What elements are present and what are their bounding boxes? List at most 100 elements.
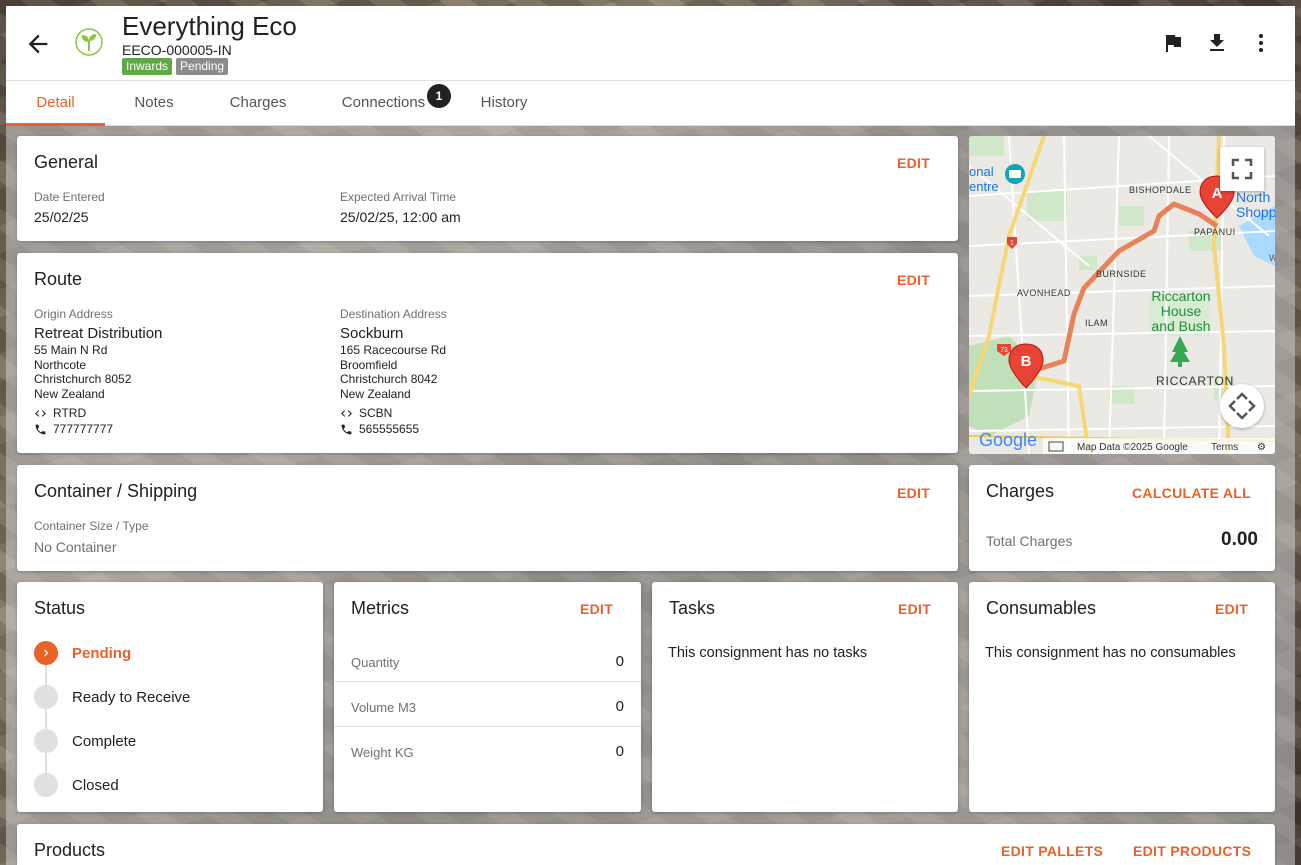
destination-address-label: Destination Address	[340, 307, 447, 321]
origin-phone: 777777777	[34, 422, 113, 436]
destination-address-lines: 165 Racecourse Rd Broomfield Christchurc…	[340, 343, 446, 401]
calculate-all-button[interactable]: CALCULATE ALL	[1132, 485, 1251, 501]
fullscreen-button[interactable]	[1220, 147, 1264, 191]
metrics-edit-button[interactable]: EDIT	[580, 601, 613, 617]
status-step-pending[interactable]: Pending	[34, 641, 131, 665]
address-line: Broomfield	[340, 357, 398, 372]
tab-notes[interactable]: Notes	[105, 81, 203, 126]
status-step-ready-to-receive[interactable]: Ready to Receive	[34, 685, 190, 709]
address-line: Christchurch 8042	[340, 372, 438, 386]
general-card: General EDIT Date Entered 25/02/25 Expec…	[17, 136, 958, 241]
status-step-label: Ready to Receive	[72, 688, 191, 706]
container-size-value: No Container	[34, 539, 117, 555]
google-logo: Google	[979, 430, 1037, 450]
container-title: Container / Shipping	[34, 481, 198, 501]
svg-text:Map Data ©2025 Google: Map Data ©2025 Google	[1077, 442, 1188, 453]
more-vert-icon[interactable]	[1249, 31, 1273, 55]
origin-address-label: Origin Address	[34, 307, 113, 321]
total-charges-value: 0.00	[1221, 529, 1258, 550]
map-pan-control[interactable]	[1220, 384, 1264, 428]
svg-text:North: North	[1236, 189, 1270, 205]
address-line: New Zealand	[340, 386, 411, 401]
status-step-label: Complete	[72, 732, 137, 750]
pan-arrows-icon	[1228, 392, 1256, 420]
consumables-edit-button[interactable]: EDIT	[1215, 601, 1248, 617]
consignment-reference: EECO-000005-IN	[122, 42, 232, 58]
status-step-complete[interactable]: Complete	[34, 729, 136, 753]
download-icon[interactable]	[1205, 31, 1229, 55]
svg-text:73: 73	[1000, 347, 1008, 354]
inwards-badge: Inwards	[122, 58, 173, 75]
container-edit-button[interactable]: EDIT	[897, 485, 930, 501]
status-step-closed[interactable]: Closed	[34, 773, 119, 797]
status-step-label: Closed	[72, 776, 119, 794]
status-title: Status	[34, 598, 86, 618]
step-dot	[34, 773, 58, 797]
origin-name: Retreat Distribution	[34, 325, 163, 342]
svg-text:W: W	[1269, 253, 1275, 263]
step-dot	[34, 685, 58, 709]
status-card: Status Pending Ready to Receive Complete…	[17, 582, 323, 812]
edit-pallets-button[interactable]: EDIT PALLETS	[1001, 843, 1103, 859]
metrics-card: Metrics EDIT Quantity 0 Volume M3 0 Weig…	[334, 582, 641, 812]
status-badges: Inwards Pending	[122, 58, 229, 75]
svg-text:Terms: Terms	[1211, 442, 1238, 453]
charges-card: Charges CALCULATE ALL Total Charges 0.00	[969, 465, 1275, 571]
general-edit-button[interactable]: EDIT	[897, 155, 930, 171]
metric-row-volume: Volume M3 0	[334, 682, 641, 727]
address-line: 165 Racecourse Rd	[340, 343, 447, 357]
arrow-back-icon[interactable]	[24, 30, 52, 58]
svg-text:Riccarton: Riccarton	[1151, 288, 1210, 304]
destination-code-value: SCBN	[359, 406, 393, 420]
metric-value: 0	[615, 653, 624, 670]
address-line: Northcote	[34, 357, 87, 372]
route-title: Route	[34, 269, 83, 289]
origin-address-lines: 55 Main N Rd Northcote Christchurch 8052…	[34, 343, 131, 401]
app-window: Everything Eco EECO-000005-IN Inwards Pe…	[6, 6, 1295, 865]
status-step-label: Pending	[72, 644, 132, 662]
step-dot	[34, 729, 58, 753]
tasks-edit-button[interactable]: EDIT	[898, 601, 931, 617]
metrics-title: Metrics	[351, 598, 409, 618]
sprout-logo-icon	[75, 28, 103, 56]
page-header: Everything Eco EECO-000005-IN Inwards Pe…	[6, 6, 1295, 81]
destination-name: Sockburn	[340, 325, 404, 342]
metric-value: 0	[615, 698, 624, 715]
address-line: 55 Main N Rd	[34, 343, 108, 357]
svg-text:BISHOPDALE: BISHOPDALE	[1129, 185, 1192, 195]
date-entered-value: 25/02/25	[34, 209, 89, 225]
destination-code: SCBN	[340, 406, 392, 420]
metric-label: Weight KG	[351, 745, 414, 760]
consumables-empty-message: This consignment has no consumables	[985, 645, 1236, 661]
flag-icon[interactable]	[1161, 31, 1185, 55]
tab-charges[interactable]: Charges	[203, 81, 313, 126]
fullscreen-icon	[1231, 158, 1253, 180]
svg-text:B: B	[1021, 353, 1032, 370]
code-icon	[341, 409, 352, 417]
phone-icon	[35, 424, 46, 434]
date-entered-label: Date Entered	[34, 190, 105, 204]
tasks-title: Tasks	[669, 598, 716, 618]
route-map[interactable]: A B 1 73 onal entre BISHOPDALE North Sho	[969, 136, 1275, 454]
svg-text:Shopp: Shopp	[1236, 204, 1275, 220]
svg-text:House: House	[1161, 303, 1202, 319]
products-title: Products	[34, 840, 106, 860]
tab-history[interactable]: History	[454, 81, 554, 126]
origin-phone-value: 777777777	[53, 422, 114, 436]
metric-label: Quantity	[351, 655, 400, 670]
page-title: Everything Eco	[122, 11, 297, 41]
svg-text:AVONHEAD: AVONHEAD	[1017, 288, 1071, 298]
general-title: General	[34, 152, 99, 172]
svg-text:entre: entre	[969, 179, 999, 194]
metric-value: 0	[615, 743, 624, 760]
route-edit-button[interactable]: EDIT	[897, 272, 930, 288]
svg-text:PAPANUI: PAPANUI	[1194, 227, 1236, 237]
svg-text:and Bush: and Bush	[1151, 318, 1210, 334]
route-card: Route EDIT Origin Address Retreat Distri…	[17, 253, 958, 453]
container-shipping-card: Container / Shipping EDIT Container Size…	[17, 465, 958, 571]
edit-products-button[interactable]: EDIT PRODUCTS	[1133, 843, 1251, 859]
chevron-right-icon	[34, 641, 58, 665]
tab-detail[interactable]: Detail	[6, 81, 105, 126]
tasks-empty-message: This consignment has no tasks	[668, 645, 868, 661]
tab-connections[interactable]: Connections	[326, 81, 441, 126]
